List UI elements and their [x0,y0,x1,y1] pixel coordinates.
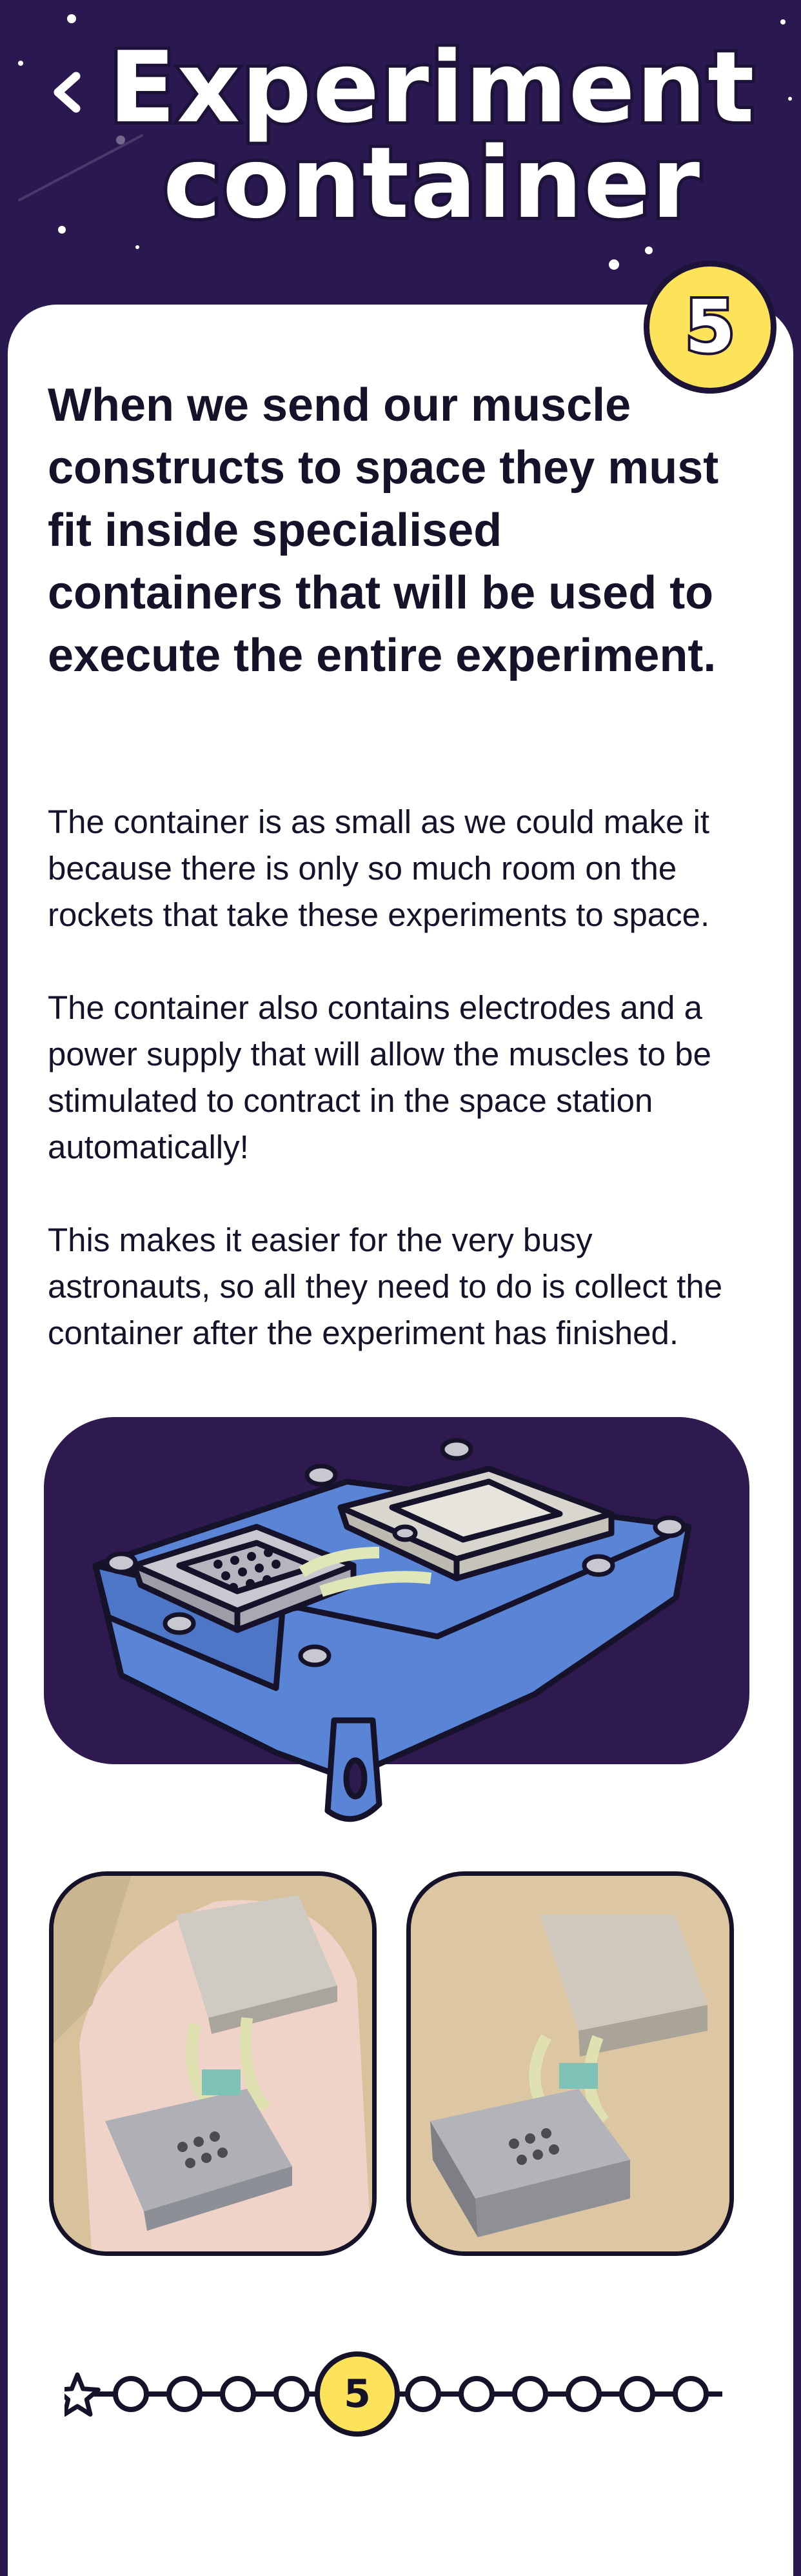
chevron-left-icon [54,72,81,113]
progress-step[interactable] [566,2376,602,2412]
progress-step[interactable] [619,2376,655,2412]
progress-step[interactable] [273,2376,310,2412]
progress-track [54,2351,762,2437]
star-icon[interactable] [54,2372,101,2417]
progress-step[interactable] [113,2376,149,2412]
progress-current-number: 5 [344,2371,371,2417]
progress-step[interactable] [405,2376,441,2412]
star-decoration [58,226,66,234]
star-decoration [67,14,76,23]
page-title: Experiment container [97,30,767,240]
star-decoration [18,61,23,66]
progress-step[interactable] [459,2376,495,2412]
star-decoration [788,97,792,101]
progress-indicator: 5 [54,2349,762,2439]
container-in-hand-photo [54,1876,372,2251]
experiment-container-illustration [92,1438,692,1822]
paragraph-electrodes: The container also contains electrodes a… [48,989,711,1165]
paragraph-size: The container is as small as we could ma… [48,803,710,933]
star-decoration [780,19,786,25]
container-on-table-photo [411,1876,729,2251]
star-decoration [135,245,139,249]
page-title-line1: Experiment [105,30,757,145]
photo-container-on-table [406,1871,734,2256]
progress-step[interactable] [512,2376,548,2412]
paragraph-astronauts: This makes it easier for the very busy a… [48,1222,723,1351]
photo-container-in-hand [49,1871,377,2256]
container-illustration-panel [44,1417,749,1822]
progress-step[interactable] [166,2376,203,2412]
star-decoration [645,247,653,254]
back-button[interactable] [48,70,86,115]
lead-text: When we send our muscle constructs to sp… [48,379,719,681]
progress-step[interactable] [673,2376,709,2412]
progress-step[interactable] [220,2376,256,2412]
star-decoration [609,259,619,270]
page-title-line2: container [160,126,703,240]
